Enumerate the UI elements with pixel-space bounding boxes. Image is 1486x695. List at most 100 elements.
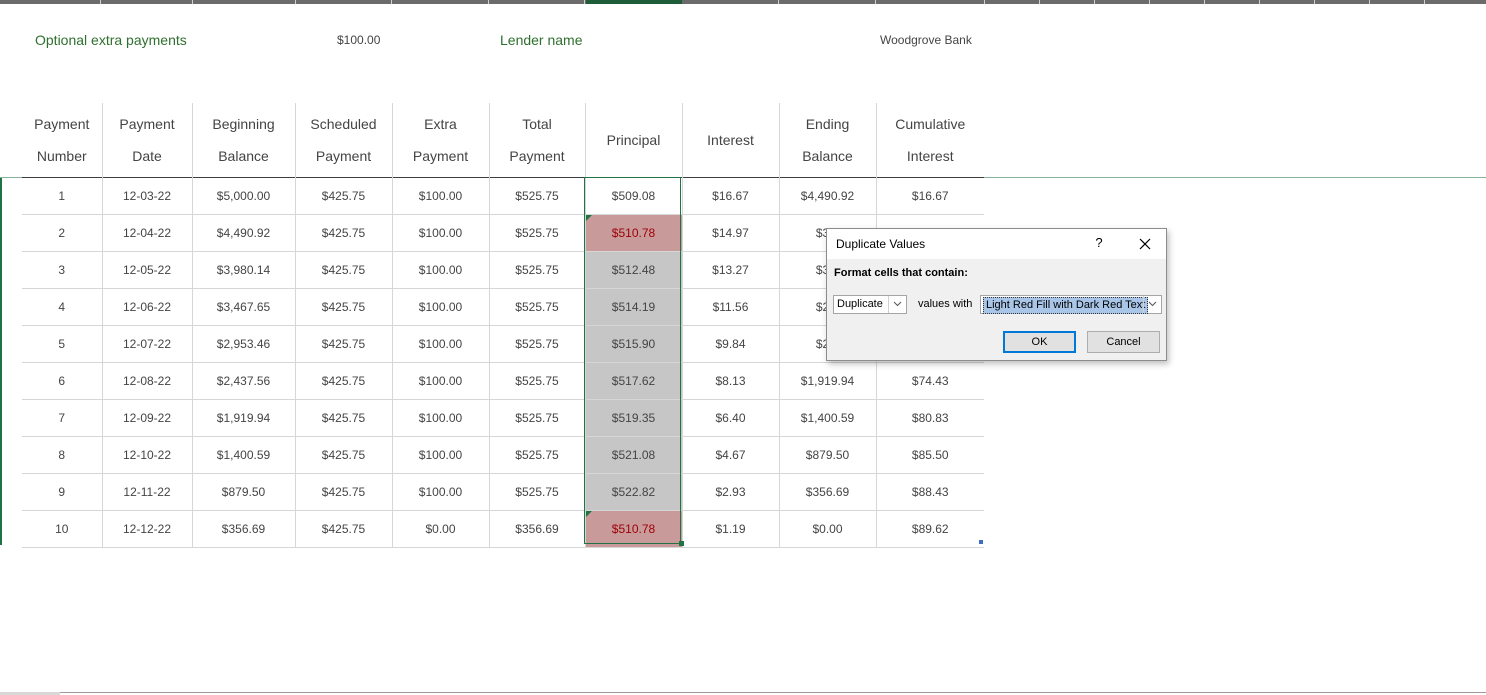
- column-header[interactable]: Principal: [584, 103, 682, 178]
- cell-extra[interactable]: $100.00: [391, 214, 489, 252]
- cell-date[interactable]: 12-04-22: [101, 214, 192, 252]
- column-header[interactable]: Cumulative Interest: [875, 103, 984, 178]
- cell-num[interactable]: 7: [22, 399, 102, 437]
- cell-date[interactable]: 12-09-22: [101, 399, 192, 437]
- ok-button[interactable]: OK: [1003, 331, 1076, 353]
- cell-extra[interactable]: $100.00: [391, 288, 489, 326]
- cell-total[interactable]: $525.75: [488, 325, 585, 363]
- cell-ending[interactable]: $879.50: [778, 436, 876, 474]
- cell-principal[interactable]: $512.48: [584, 251, 682, 289]
- cell-ending[interactable]: $1,919.94: [778, 362, 876, 400]
- cell-interest[interactable]: $6.40: [681, 399, 779, 437]
- cell-total[interactable]: $525.75: [488, 177, 585, 215]
- column-header[interactable]: Payment Number: [22, 103, 102, 178]
- cell-interest[interactable]: $4.67: [681, 436, 779, 474]
- cell-begin[interactable]: $2,953.46: [191, 325, 295, 363]
- cell-extra[interactable]: $100.00: [391, 251, 489, 289]
- cell-cumint[interactable]: $74.43: [875, 362, 984, 400]
- format-style-select[interactable]: Light Red Fill with Dark Red Text: [980, 295, 1162, 314]
- cell-sched[interactable]: $425.75: [294, 214, 392, 252]
- cell-extra[interactable]: $100.00: [391, 473, 489, 511]
- cell-total[interactable]: $525.75: [488, 473, 585, 511]
- cell-ending[interactable]: $356.69: [778, 473, 876, 511]
- cell-num[interactable]: 6: [22, 362, 102, 400]
- cell-principal[interactable]: $509.08: [584, 177, 682, 215]
- cell-principal[interactable]: $521.08: [584, 436, 682, 474]
- cell-cumint[interactable]: $16.67: [875, 177, 984, 215]
- cell-date[interactable]: 12-06-22: [101, 288, 192, 326]
- column-header[interactable]: Beginning Balance: [191, 103, 295, 178]
- cell-interest[interactable]: $2.93: [681, 473, 779, 511]
- dropdown-button[interactable]: [1143, 296, 1161, 313]
- cell-principal[interactable]: $515.90: [584, 325, 682, 363]
- cell-begin[interactable]: $4,490.92: [191, 214, 295, 252]
- cell-begin[interactable]: $5,000.00: [191, 177, 295, 215]
- cell-principal[interactable]: $519.35: [584, 399, 682, 437]
- column-header[interactable]: Total Payment: [488, 103, 585, 178]
- cell-num[interactable]: 10: [22, 510, 102, 548]
- column-header[interactable]: Interest: [681, 103, 779, 178]
- cell-cumint[interactable]: $85.50: [875, 436, 984, 474]
- cell-date[interactable]: 12-11-22: [101, 473, 192, 511]
- cell-num[interactable]: 2: [22, 214, 102, 252]
- cell-date[interactable]: 12-10-22: [101, 436, 192, 474]
- cell-sched[interactable]: $425.75: [294, 325, 392, 363]
- cell-num[interactable]: 4: [22, 288, 102, 326]
- cell-extra[interactable]: $100.00: [391, 399, 489, 437]
- selected-column-header[interactable]: [586, 0, 682, 4]
- cell-interest[interactable]: $1.19: [681, 510, 779, 548]
- cell-begin[interactable]: $356.69: [191, 510, 295, 548]
- table-resize-handle[interactable]: [979, 540, 983, 544]
- cell-sched[interactable]: $425.75: [294, 436, 392, 474]
- cell-date[interactable]: 12-03-22: [101, 177, 192, 215]
- cell-interest[interactable]: $9.84: [681, 325, 779, 363]
- cell-extra[interactable]: $100.00: [391, 325, 489, 363]
- cell-date[interactable]: 12-12-22: [101, 510, 192, 548]
- cell-num[interactable]: 5: [22, 325, 102, 363]
- cell-principal[interactable]: $522.82: [584, 473, 682, 511]
- cell-cumint[interactable]: $88.43: [875, 473, 984, 511]
- cell-interest[interactable]: $16.67: [681, 177, 779, 215]
- cell-sched[interactable]: $425.75: [294, 399, 392, 437]
- cell-date[interactable]: 12-05-22: [101, 251, 192, 289]
- cell-extra[interactable]: $100.00: [391, 362, 489, 400]
- cell-total[interactable]: $525.75: [488, 214, 585, 252]
- cell-total[interactable]: $525.75: [488, 251, 585, 289]
- cell-extra[interactable]: $0.00: [391, 510, 489, 548]
- column-header[interactable]: Scheduled Payment: [294, 103, 392, 178]
- column-header[interactable]: Payment Date: [101, 103, 192, 178]
- cell-extra[interactable]: $100.00: [391, 177, 489, 215]
- cell-sched[interactable]: $425.75: [294, 510, 392, 548]
- cell-sched[interactable]: $425.75: [294, 288, 392, 326]
- cell-begin[interactable]: $1,919.94: [191, 399, 295, 437]
- fill-handle[interactable]: [679, 541, 684, 546]
- cell-sched[interactable]: $425.75: [294, 251, 392, 289]
- cell-total[interactable]: $356.69: [488, 510, 585, 548]
- cell-ending[interactable]: $1,400.59: [778, 399, 876, 437]
- cell-begin[interactable]: $1,400.59: [191, 436, 295, 474]
- cell-total[interactable]: $525.75: [488, 288, 585, 326]
- cell-sched[interactable]: $425.75: [294, 362, 392, 400]
- cell-extra[interactable]: $100.00: [391, 436, 489, 474]
- cell-principal[interactable]: $517.62: [584, 362, 682, 400]
- cell-principal[interactable]: $510.78: [584, 510, 682, 548]
- cell-ending[interactable]: $4,490.92: [778, 177, 876, 215]
- cell-begin[interactable]: $879.50: [191, 473, 295, 511]
- cell-sched[interactable]: $425.75: [294, 473, 392, 511]
- cell-num[interactable]: 8: [22, 436, 102, 474]
- cell-date[interactable]: 12-07-22: [101, 325, 192, 363]
- cell-interest[interactable]: $13.27: [681, 251, 779, 289]
- cell-begin[interactable]: $3,467.65: [191, 288, 295, 326]
- cell-cumint[interactable]: $80.83: [875, 399, 984, 437]
- cell-interest[interactable]: $8.13: [681, 362, 779, 400]
- cell-num[interactable]: 3: [22, 251, 102, 289]
- cell-num[interactable]: 1: [22, 177, 102, 215]
- cell-sched[interactable]: $425.75: [294, 177, 392, 215]
- cell-ending[interactable]: $0.00: [778, 510, 876, 548]
- close-button[interactable]: [1134, 233, 1156, 255]
- cell-date[interactable]: 12-08-22: [101, 362, 192, 400]
- column-header[interactable]: Extra Payment: [391, 103, 489, 178]
- cell-interest[interactable]: $11.56: [681, 288, 779, 326]
- cell-total[interactable]: $525.75: [488, 362, 585, 400]
- cell-cumint[interactable]: $89.62: [875, 510, 984, 548]
